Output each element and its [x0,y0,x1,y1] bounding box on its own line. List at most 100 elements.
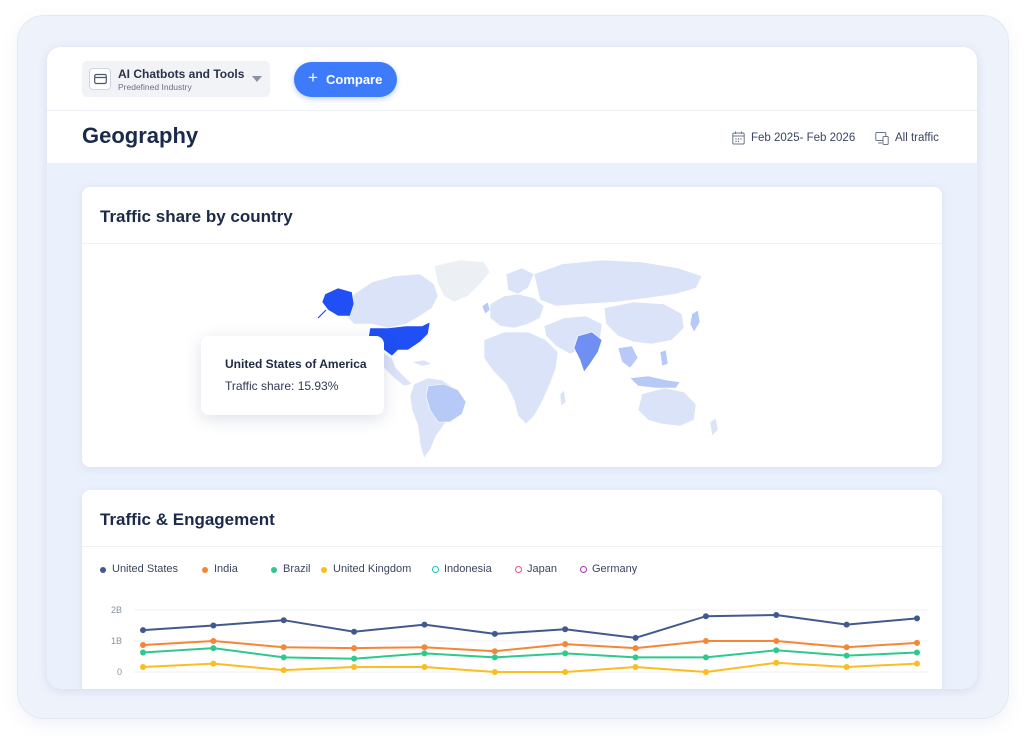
y-tick-label: 1B [111,636,122,646]
data-point-united-states[interactable] [562,626,569,633]
data-point-united-states[interactable] [914,615,920,622]
data-point-brazil[interactable] [491,654,498,661]
legend-label: Indonesia [444,563,492,575]
data-point-india[interactable] [843,644,850,651]
map-country-alaska[interactable] [321,287,355,317]
legend-label: Brazil [283,563,311,575]
plus-icon: + [308,68,318,87]
data-point-brazil[interactable] [280,654,287,661]
data-point-brazil[interactable] [773,647,780,654]
date-range-label: Feb 2025- Feb 2026 [751,132,856,144]
map-country-indonesia[interactable] [629,375,681,389]
data-point-united-kingdom[interactable] [632,664,639,671]
data-point-united-kingdom[interactable] [491,669,498,675]
data-point-united-states[interactable] [702,613,709,620]
map-country-china[interactable] [603,301,685,345]
traffic-share-title: Traffic share by country [100,207,293,226]
data-point-india[interactable] [140,642,146,649]
data-point-india[interactable] [421,644,428,651]
industry-selector[interactable]: AI Chatbots and Tools Predefined Industr… [82,61,270,97]
data-point-brazil[interactable] [914,649,920,656]
series-line-united-states[interactable] [142,613,918,639]
map-country-madagascar[interactable] [559,389,567,407]
map-region-africa[interactable] [483,331,559,425]
data-point-united-kingdom[interactable] [773,659,780,666]
compare-button[interactable]: + Compare [294,62,397,97]
industry-type-label: Predefined Industry [118,82,192,92]
map-country-japan[interactable] [689,309,701,333]
map-region-scandinavia[interactable] [505,267,535,295]
map-region-southeast-asia[interactable] [617,345,639,369]
page-header: Geography Feb 2025- Feb 2026 All traffic [47,111,977,163]
map-country-russia[interactable] [533,259,703,307]
map-region-caribbean[interactable] [410,359,433,367]
divider [82,546,942,547]
map-country-canada[interactable] [343,273,439,329]
top-bar: AI Chatbots and Tools Predefined Industr… [47,47,977,111]
data-point-brazil[interactable] [351,655,358,662]
country-tooltip: United States of America Traffic share: … [201,336,384,415]
data-point-united-kingdom[interactable] [280,667,287,674]
data-point-india[interactable] [773,638,780,644]
tooltip-traffic-share: Traffic share: 15.93% [225,379,339,393]
chevron-down-icon [252,76,262,82]
data-point-united-kingdom[interactable] [421,664,428,671]
data-point-india[interactable] [562,641,569,648]
data-point-united-states[interactable] [491,630,498,637]
data-point-united-kingdom[interactable] [702,669,709,675]
data-point-united-states[interactable] [280,617,287,624]
data-point-brazil[interactable] [210,645,217,652]
map-country-alaska-tail [317,309,327,319]
map-country-india[interactable] [573,331,603,373]
series-line-brazil[interactable] [142,647,918,660]
data-point-brazil[interactable] [562,650,569,657]
calendar-icon [732,131,745,145]
compare-button-label: Compare [326,72,383,87]
data-point-india[interactable] [632,645,639,652]
y-tick-label: 0 [117,667,122,677]
map-region-europe[interactable] [489,293,545,329]
tooltip-country-name: United States of America [225,357,367,371]
legend-label: India [214,563,238,575]
data-point-united-states[interactable] [421,621,428,628]
data-point-united-states[interactable] [140,627,146,634]
data-point-united-kingdom[interactable] [351,664,358,671]
data-point-united-kingdom[interactable] [140,664,146,671]
map-country-australia[interactable] [637,387,697,427]
legend-marker [580,566,587,573]
series-line-india[interactable] [142,639,918,653]
map-country-new-zealand[interactable] [709,417,719,437]
map-country-philippines[interactable] [659,349,669,367]
legend-marker [432,566,439,573]
data-point-united-kingdom[interactable] [210,660,217,667]
data-point-united-states[interactable] [351,628,358,635]
data-point-india[interactable] [210,638,217,644]
data-point-india[interactable] [914,639,920,646]
data-point-brazil[interactable] [632,654,639,661]
traffic-engagement-card: Traffic & Engagement United States India B… [82,490,942,689]
data-point-brazil[interactable] [843,652,850,659]
data-point-united-states[interactable] [632,634,639,641]
data-point-brazil[interactable] [140,649,146,656]
data-point-india[interactable] [280,644,287,651]
data-point-united-states[interactable] [210,622,217,629]
data-point-india[interactable] [491,648,498,655]
data-point-brazil[interactable] [421,650,428,657]
data-point-united-kingdom[interactable] [843,664,850,671]
data-point-united-kingdom[interactable] [562,669,569,675]
traffic-share-card: Traffic share by country United States o… [82,187,942,467]
map-country-greenland[interactable] [433,259,491,303]
legend-marker [321,567,327,573]
map-country-uk[interactable] [481,301,491,315]
legend-label: United Kingdom [333,563,412,575]
devices-icon [875,132,889,145]
data-point-united-states[interactable] [843,621,850,628]
series-line-united-kingdom[interactable] [142,661,918,674]
data-point-brazil[interactable] [702,654,709,661]
industry-name: AI Chatbots and Tools [118,67,245,81]
data-point-united-kingdom[interactable] [914,660,920,667]
data-point-united-states[interactable] [773,611,780,618]
data-point-india[interactable] [702,638,709,644]
data-point-india[interactable] [351,645,358,652]
traffic-line-chart: 0 1B 2B [111,605,928,677]
